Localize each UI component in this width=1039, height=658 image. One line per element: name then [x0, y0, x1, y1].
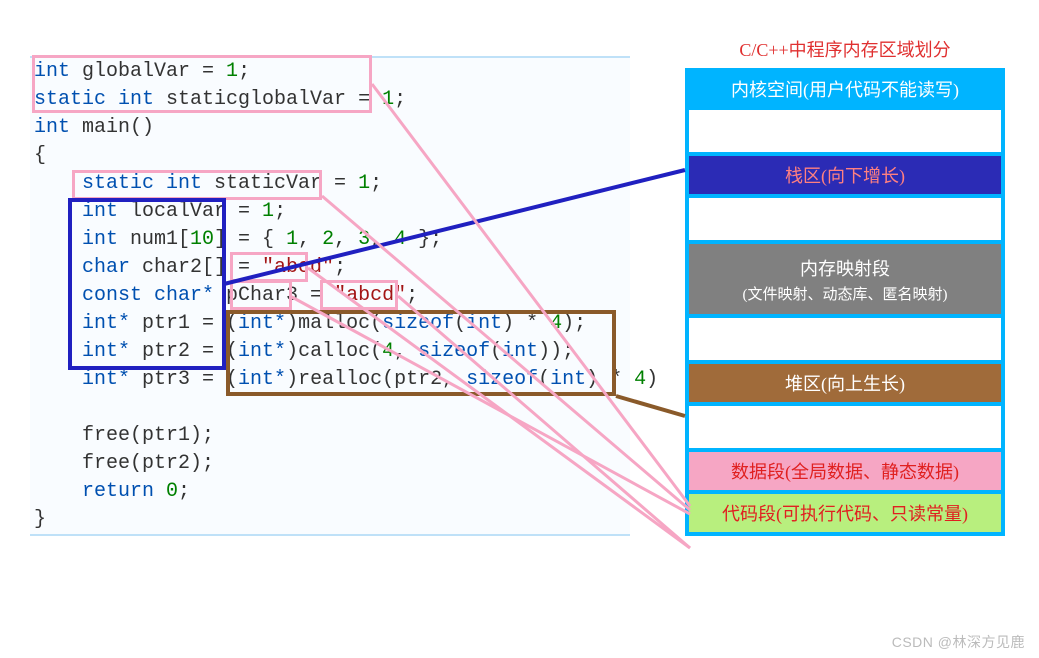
tok: int	[34, 116, 70, 139]
tok: 4	[394, 228, 406, 251]
memory-title: C/C++中程序内存区域划分	[685, 36, 1005, 62]
tok: localVar =	[118, 200, 262, 223]
tok: ;	[334, 256, 346, 279]
tok: (	[538, 368, 550, 391]
tok: {	[34, 144, 46, 167]
tok: num1[	[118, 228, 190, 251]
tok: ;	[370, 172, 382, 195]
tok: free(ptr2);	[34, 452, 214, 475]
tok: int*	[238, 368, 286, 391]
tok: int*	[34, 312, 130, 335]
mem-kernel: 内核空间(用户代码不能读写)	[685, 68, 1005, 110]
tok: (	[454, 312, 466, 335]
tok: 4	[634, 368, 646, 391]
tok: ,	[298, 228, 322, 251]
tok: free(ptr1);	[34, 424, 214, 447]
tok: int*	[34, 368, 130, 391]
tok: 4	[550, 312, 562, 335]
tok: );	[562, 312, 586, 335]
tok: 0	[166, 480, 178, 503]
tok: "abcd"	[334, 284, 406, 307]
tok: int	[34, 60, 70, 83]
tok	[34, 396, 46, 419]
mem-gap-3	[685, 318, 1005, 364]
tok: staticVar =	[202, 172, 358, 195]
tok: 4	[382, 340, 394, 363]
mem-mmap-label: 内存映射段	[800, 255, 890, 281]
tok: static int	[34, 172, 202, 195]
tok: int*	[238, 340, 286, 363]
tok: staticglobalVar =	[154, 88, 382, 111]
watermark: CSDN @林深方见鹿	[892, 632, 1025, 652]
tok: const char*	[34, 284, 214, 307]
tok: 1	[382, 88, 394, 111]
tok: "abcd"	[262, 256, 334, 279]
tok: int	[34, 200, 118, 223]
mem-gap-2	[685, 198, 1005, 244]
tok: (	[490, 340, 502, 363]
tok: int*	[34, 340, 130, 363]
mem-stack: 栈区(向下增长)	[685, 156, 1005, 198]
tok: ) *	[586, 368, 634, 391]
mem-gap-1	[685, 110, 1005, 156]
tok: )calloc(	[286, 340, 382, 363]
tok: 10	[190, 228, 214, 251]
tok: sizeof	[466, 368, 538, 391]
tok: globalVar =	[70, 60, 226, 83]
tok: ;	[394, 88, 406, 111]
tok: )realloc(ptr2,	[286, 368, 466, 391]
tok: ,	[334, 228, 358, 251]
tok: };	[406, 228, 442, 251]
tok: 1	[286, 228, 298, 251]
tok: )	[646, 368, 658, 391]
tok: ] = {	[214, 228, 286, 251]
tok: ;	[238, 60, 250, 83]
tok: ));	[538, 340, 574, 363]
mem-data-label: 数据段(全局数据、静态数据)	[731, 458, 959, 484]
tok: 3	[358, 228, 370, 251]
tok: ptr1 = (	[130, 312, 238, 335]
mem-code-label: 代码段(可执行代码、只读常量)	[722, 500, 968, 526]
mem-heap: 堆区(向上生长)	[685, 364, 1005, 406]
tok: 1	[262, 200, 274, 223]
mem-data: 数据段(全局数据、静态数据)	[685, 452, 1005, 494]
mem-code: 代码段(可执行代码、只读常量)	[685, 494, 1005, 536]
mem-gap-4	[685, 406, 1005, 452]
mem-mmap-sublabel: (文件映射、动态库、匿名映射)	[743, 283, 948, 304]
mem-kernel-label: 内核空间(用户代码不能读写)	[731, 76, 959, 102]
tok: ;	[178, 480, 190, 503]
tok: }	[34, 508, 46, 531]
tok: int	[550, 368, 586, 391]
tok: ,	[370, 228, 394, 251]
memory-layout: C/C++中程序内存区域划分 内核空间(用户代码不能读写) 栈区(向下增长) 内…	[685, 36, 1005, 536]
code-block: int globalVar = 1; static int staticglob…	[30, 56, 630, 536]
tok: int	[502, 340, 538, 363]
tok: int	[34, 228, 118, 251]
tok: static int	[34, 88, 154, 111]
tok: int	[466, 312, 502, 335]
tok: ptr3 = (	[130, 368, 238, 391]
tok: 2	[322, 228, 334, 251]
tok: ;	[406, 284, 418, 307]
tok: )malloc(	[286, 312, 382, 335]
tok: ) *	[502, 312, 550, 335]
tok: char2[] =	[130, 256, 262, 279]
tok: 1	[358, 172, 370, 195]
mem-stack-label: 栈区(向下增长)	[785, 162, 905, 188]
tok: main()	[70, 116, 154, 139]
tok: 1	[226, 60, 238, 83]
tok: ,	[394, 340, 418, 363]
tok: return	[34, 480, 166, 503]
tok: pChar3 =	[214, 284, 334, 307]
tok: sizeof	[418, 340, 490, 363]
tok: ;	[274, 200, 286, 223]
tok: ptr2 = (	[130, 340, 238, 363]
tok: char	[34, 256, 130, 279]
tok: int*	[238, 312, 286, 335]
mem-heap-label: 堆区(向上生长)	[785, 370, 905, 396]
tok: sizeof	[382, 312, 454, 335]
mem-mmap: 内存映射段 (文件映射、动态库、匿名映射)	[685, 244, 1005, 318]
